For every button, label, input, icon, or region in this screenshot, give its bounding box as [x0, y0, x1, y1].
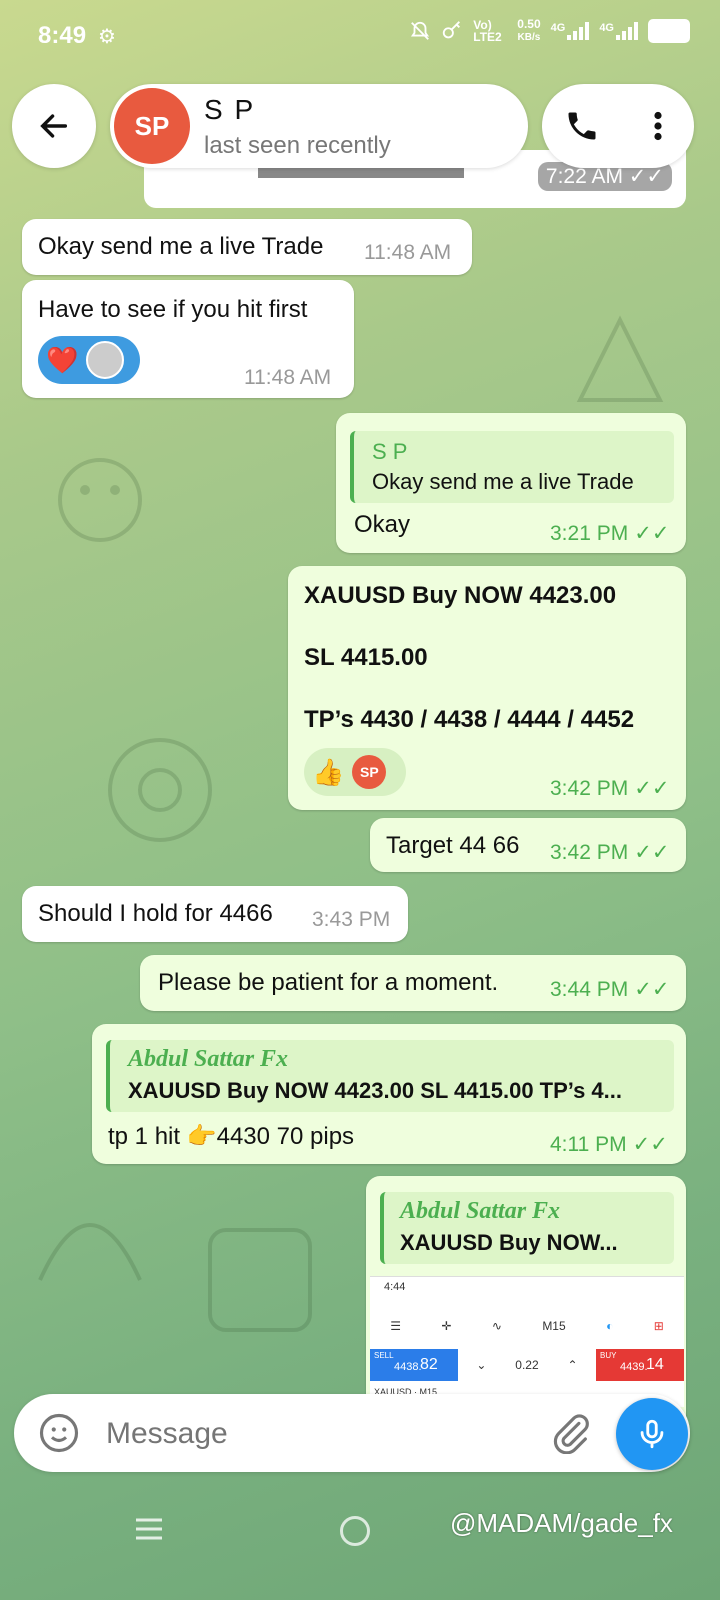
theme-icon: ◐ — [606, 1319, 614, 1333]
message-incoming[interactable]: Should I hold for 4466 3:43 PM — [22, 886, 408, 942]
message-text: Okay send me a live Trade — [38, 233, 324, 260]
message-text: Okay — [354, 511, 411, 538]
reply-text: XAUUSD Buy NOW... — [400, 1230, 618, 1255]
message-time: 11:48 AM — [364, 241, 452, 264]
message-time: 3:43 PM — [312, 908, 391, 931]
more-vertical-icon[interactable] — [643, 108, 673, 144]
thumbs-up-reaction: 👍 — [312, 756, 345, 787]
read-checks-icon: ✓✓ — [634, 978, 670, 1001]
network-label: Vo) LTE2 — [473, 18, 502, 44]
reply-author: Abdul Sattar Fx — [400, 1198, 561, 1224]
doodle-icon — [108, 738, 212, 842]
message-text: tp 1 hit 👉4430 70 pips — [108, 1123, 355, 1150]
sell-button: SELL 4438. 82 — [370, 1349, 458, 1381]
doodle-icon — [208, 1228, 312, 1332]
contact-header[interactable]: SP S P last seen recently — [110, 84, 528, 168]
message-input-bar — [14, 1394, 690, 1472]
contact-name: S P — [204, 94, 256, 125]
message-outgoing[interactable]: XAUUSD Buy NOW 4423.00 SL 4415.00 TP’s 4… — [288, 566, 686, 810]
message-text: Target 44 66 — [386, 832, 520, 859]
message-time: 3:21 PM ✓✓ — [550, 522, 670, 545]
speed-readout: 0.50 KB/s — [517, 17, 541, 44]
signal-line-tp: TP’s 4430 / 4438 / 4444 / 4452 — [304, 706, 635, 733]
nav-recents-icon[interactable] — [134, 1516, 164, 1542]
status-bar: 8:49 ⚙ Vo) LTE2 0.50 KB/s 4G 4G — [0, 0, 720, 76]
message-text: Should I hold for 4466 — [38, 900, 273, 927]
signal-1: 4G — [551, 22, 590, 40]
reply-text: Okay send me a live Trade — [372, 469, 634, 494]
doodle-icon — [38, 1223, 142, 1281]
reactor-avatar — [86, 341, 125, 379]
read-checks-icon: ✓✓ — [634, 522, 670, 545]
shot-time: 4:44 — [384, 1281, 406, 1293]
reply-quote[interactable]: S P Okay send me a live Trade — [350, 431, 674, 503]
buy-button: BUY 4439. 14 — [596, 1349, 684, 1381]
reply-author: S P — [372, 439, 408, 464]
attach-paperclip-icon[interactable] — [550, 1412, 592, 1454]
message-text: Have to see if you hit first — [38, 296, 308, 323]
reaction-bar[interactable]: 👍 SP — [304, 748, 406, 796]
avatar: SP — [114, 88, 190, 164]
read-checks-icon: ✓✓ — [634, 777, 670, 800]
mute-bell-icon — [411, 21, 430, 40]
message-outgoing[interactable]: S P Okay send me a live Trade Okay 3:21 … — [336, 413, 686, 553]
timeframe-label: M15 — [542, 1319, 566, 1333]
last-seen: last seen recently — [204, 132, 391, 159]
shot-toolbar: ☰ ✛ ∿ M15 ◐ ⊞ — [370, 1305, 684, 1347]
header-actions — [542, 84, 694, 168]
back-arrow-icon — [40, 114, 68, 138]
reply-text: XAUUSD Buy NOW 4423.00 SL 4415.00 TP’s 4… — [128, 1078, 622, 1103]
reactor-avatar: SP — [352, 755, 387, 789]
message-outgoing[interactable]: Target 44 66 3:42 PM ✓✓ — [370, 818, 686, 872]
message-time: 4:11 PM ✓✓ — [550, 1133, 668, 1156]
status-time: 8:49 — [38, 22, 87, 49]
reply-quote[interactable]: Abdul Sattar Fx XAUUSD Buy NOW... — [380, 1192, 674, 1264]
status-icons: Vo) LTE2 0.50 KB/s 4G 4G — [409, 18, 690, 44]
signal-2: 4G — [599, 22, 638, 40]
trade-screenshot-image[interactable]: 4:44 ☰ ✛ ∿ M15 ◐ ⊞ SELL 4438. 82 ⌄ 0.22 … — [370, 1276, 684, 1407]
message-time: 3:42 PM ✓✓ — [550, 777, 670, 800]
message-incoming[interactable]: Have to see if you hit first ❤️ 11:48 AM — [22, 280, 354, 398]
back-button[interactable] — [12, 84, 96, 168]
settings-gear-icon: ⚙ — [98, 26, 116, 48]
doodle-icon — [576, 315, 664, 402]
signal-line-entry: XAUUSD Buy NOW 4423.00 — [304, 582, 617, 609]
indicator-icon: ∿ — [491, 1319, 502, 1333]
reply-author: Abdul Sattar Fx — [128, 1046, 289, 1072]
heart-reaction: ❤️ — [46, 344, 79, 375]
menu-icon: ☰ — [390, 1319, 401, 1333]
message-outgoing[interactable]: Abdul Sattar Fx XAUUSD Buy NOW 4423.00 S… — [92, 1024, 686, 1164]
read-checks-icon: ✓✓ — [634, 841, 670, 864]
reply-quote[interactable]: Abdul Sattar Fx XAUUSD Buy NOW 4423.00 S… — [106, 1040, 674, 1112]
reaction-bar[interactable]: ❤️ — [38, 336, 140, 384]
add-icon: ⊞ — [653, 1319, 664, 1333]
message-incoming[interactable]: Okay send me a live Trade 11:48 AM — [22, 219, 472, 275]
phone-icon[interactable] — [564, 108, 600, 144]
signal-line-sl: SL 4415.00 — [304, 644, 428, 671]
message-time: 3:44 PM ✓✓ — [550, 978, 670, 1001]
nav-home-button[interactable] — [340, 1516, 370, 1546]
microphone-icon — [640, 1419, 664, 1449]
crosshair-icon: ✛ — [441, 1319, 452, 1333]
message-outgoing[interactable]: Please be patient for a moment. 3:44 PM ✓… — [140, 955, 686, 1011]
emoji-icon[interactable] — [38, 1412, 80, 1454]
battery-icon — [648, 19, 690, 43]
message-time: 11:48 AM — [244, 366, 332, 389]
message-text: Please be patient for a moment. — [158, 969, 499, 996]
read-checks-icon: ✓✓ — [632, 1133, 668, 1156]
spread-control: ⌄ 0.22 ⌃ — [476, 1358, 578, 1372]
message-input[interactable] — [104, 1412, 528, 1456]
message-time: 3:42 PM ✓✓ — [550, 841, 670, 864]
watermark: @MADAM/gade_fx — [450, 1508, 673, 1538]
voice-record-button[interactable] — [616, 1398, 688, 1470]
key-icon — [443, 21, 461, 39]
doodle-icon — [58, 458, 142, 542]
chevron-up-icon: ⌃ — [567, 1358, 578, 1372]
chevron-down-icon: ⌄ — [476, 1358, 487, 1372]
